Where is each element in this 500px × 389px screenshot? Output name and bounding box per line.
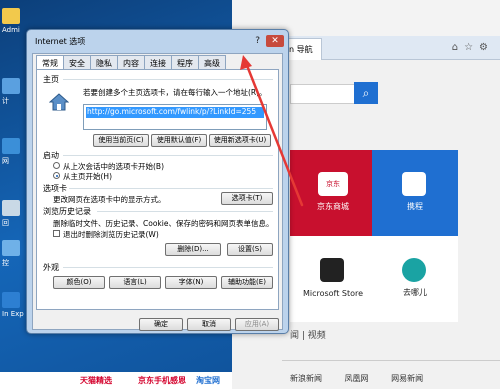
news-links: 新浪新闻 凤凰网 网易新闻 — [290, 373, 443, 384]
homepage-url-field[interactable]: http://go.microsoft.com/fwlink/p/?LinkId… — [83, 104, 267, 130]
ctrip-logo-icon — [402, 172, 426, 196]
close-icon: ✕ — [271, 36, 279, 46]
desktop-icon-label: Admi — [2, 26, 20, 34]
homepage-url-text: http://go.microsoft.com/fwlink/p/?LinkId… — [86, 107, 264, 118]
startup-homepage-radio[interactable] — [53, 172, 60, 179]
tile-label: 携程 — [407, 202, 423, 211]
cancel-button[interactable]: 取消 — [187, 318, 231, 331]
internet-explorer-icon — [2, 292, 20, 308]
network-icon — [2, 138, 20, 154]
desktop-icon-label: 网 — [2, 157, 9, 165]
general-tab-panel: 主页 若要创建多个主页选项卡，请在每行输入一个地址(R)。 http://go.… — [36, 69, 279, 310]
accessibility-button[interactable]: 辅助功能(E) — [221, 276, 273, 289]
tab-content[interactable]: 内容 — [117, 55, 145, 69]
store-bag-icon — [320, 258, 344, 282]
divider — [97, 211, 273, 212]
control-panel-icon — [2, 240, 20, 256]
house-icon — [49, 93, 69, 111]
divider — [63, 79, 273, 80]
tab-privacy[interactable]: 隐私 — [90, 55, 118, 69]
dialog-title: Internet 选项 — [35, 37, 86, 46]
qunar-logo-icon — [402, 258, 426, 282]
appearance-heading: 外观 — [43, 263, 59, 272]
tile-microsoft-store[interactable]: Microsoft Store — [290, 236, 376, 322]
recycle-bin-icon — [2, 200, 20, 216]
delete-on-exit-label: 退出时删除浏览历史记录(W) — [63, 230, 159, 239]
computer-icon — [2, 78, 20, 94]
close-button[interactable]: ✕ — [266, 35, 284, 47]
desktop-icon-network[interactable]: 网 — [2, 138, 26, 166]
desktop-icon-label: 计 — [2, 97, 9, 105]
tile-jd[interactable]: 京东 京东商城 — [290, 150, 376, 236]
use-default-button[interactable]: 使用默认值(F) — [151, 134, 207, 147]
tabs-description: 更改网页在选项卡中的显示方式。 — [53, 195, 166, 204]
tab-programs[interactable]: 程序 — [171, 55, 199, 69]
divider — [63, 155, 273, 156]
divider — [282, 360, 500, 361]
tile-qunar[interactable]: 去哪儿 — [372, 236, 458, 322]
fonts-button[interactable]: 字体(N) — [165, 276, 217, 289]
user-folder-icon — [2, 8, 20, 24]
tabs-settings-button[interactable]: 选项卡(T) — [221, 192, 273, 205]
internet-options-dialog: Internet 选项 ? ✕ 常规 安全 隐私 内容 连接 程序 高级 主页 … — [26, 29, 289, 334]
tab-connections[interactable]: 连接 — [144, 55, 172, 69]
bottom-link-bar: 天猫精选 京东手机感恩 淘宝网 — [0, 372, 232, 389]
history-description: 删除临时文件、历史记录、Cookie、保存的密码和网页表单信息。 — [53, 219, 274, 228]
browser-toolbar-icons: ⌂☆⚙ — [452, 42, 494, 53]
news-link[interactable]: 网易新闻 — [391, 374, 423, 383]
desktop-icon-control-panel[interactable]: 控 — [2, 240, 26, 268]
dialog-body: 常规 安全 隐私 内容 连接 程序 高级 主页 若要创建多个主页选项卡，请在每行… — [32, 53, 283, 331]
startup-heading: 启动 — [43, 151, 59, 160]
delete-history-button[interactable]: 删除(D)... — [165, 243, 221, 256]
help-button[interactable]: ? — [255, 36, 260, 46]
divider — [63, 267, 273, 268]
news-link[interactable]: 凤凰网 — [345, 374, 369, 383]
desktop-icon-label: 控 — [2, 259, 9, 267]
search-icon: ⌕ — [362, 86, 370, 100]
tab-strip: 常规 安全 隐私 内容 连接 程序 高级 — [36, 55, 226, 70]
use-current-button[interactable]: 使用当前页(C) — [93, 134, 149, 147]
desktop-icon-recycle-bin[interactable]: 回 — [2, 200, 26, 228]
divider — [69, 188, 273, 189]
jd-logo-icon: 京东 — [318, 172, 348, 196]
home-icon[interactable]: ⌂ — [452, 42, 464, 53]
homepage-description: 若要创建多个主页选项卡，请在每行输入一个地址(R)。 — [83, 88, 267, 97]
use-new-tab-button[interactable]: 使用新选项卡(U) — [209, 134, 271, 147]
tab-advanced[interactable]: 高级 — [198, 55, 226, 69]
desktop-icon-label: 回 — [2, 219, 9, 227]
startup-homepage-label: 从主页开始(H) — [63, 172, 112, 181]
delete-on-exit-checkbox[interactable] — [53, 230, 60, 237]
desktop-icon-label: In Exp — [2, 310, 24, 318]
history-settings-button[interactable]: 设置(S) — [227, 243, 273, 256]
ok-button[interactable]: 确定 — [139, 318, 183, 331]
bottom-link[interactable]: 淘宝网 — [196, 375, 220, 386]
bottom-link[interactable]: 天猫精选 — [80, 375, 112, 386]
bottom-link[interactable]: 京东手机感恩 — [138, 375, 186, 386]
news-link[interactable]: 新浪新闻 — [290, 374, 322, 383]
tab-security[interactable]: 安全 — [63, 55, 91, 69]
homepage-heading: 主页 — [43, 75, 59, 84]
tile-ctrip[interactable]: 携程 — [372, 150, 458, 236]
startup-last-session-radio[interactable] — [53, 162, 60, 169]
star-icon[interactable]: ☆ — [464, 42, 479, 53]
desktop-icon-internet-explorer[interactable]: In Exp — [2, 292, 26, 318]
desktop-icon-admin[interactable]: Admi — [2, 8, 26, 34]
tile-label: Microsoft Store — [302, 289, 364, 298]
tile-label: 去哪儿 — [403, 288, 427, 297]
apply-button[interactable]: 应用(A) — [235, 318, 279, 331]
search-button[interactable]: ⌕ — [354, 82, 378, 104]
colors-button[interactable]: 颜色(O) — [53, 276, 105, 289]
news-header: 闻 | 视频 — [290, 331, 326, 341]
languages-button[interactable]: 语言(L) — [109, 276, 161, 289]
tabs-heading: 选项卡 — [43, 184, 67, 193]
desktop-icon-computer[interactable]: 计 — [2, 78, 26, 106]
gear-icon[interactable]: ⚙ — [479, 42, 494, 53]
tile-label: 京东商城 — [317, 202, 349, 211]
tab-general[interactable]: 常规 — [36, 55, 64, 70]
history-heading: 浏览历史记录 — [43, 207, 91, 216]
